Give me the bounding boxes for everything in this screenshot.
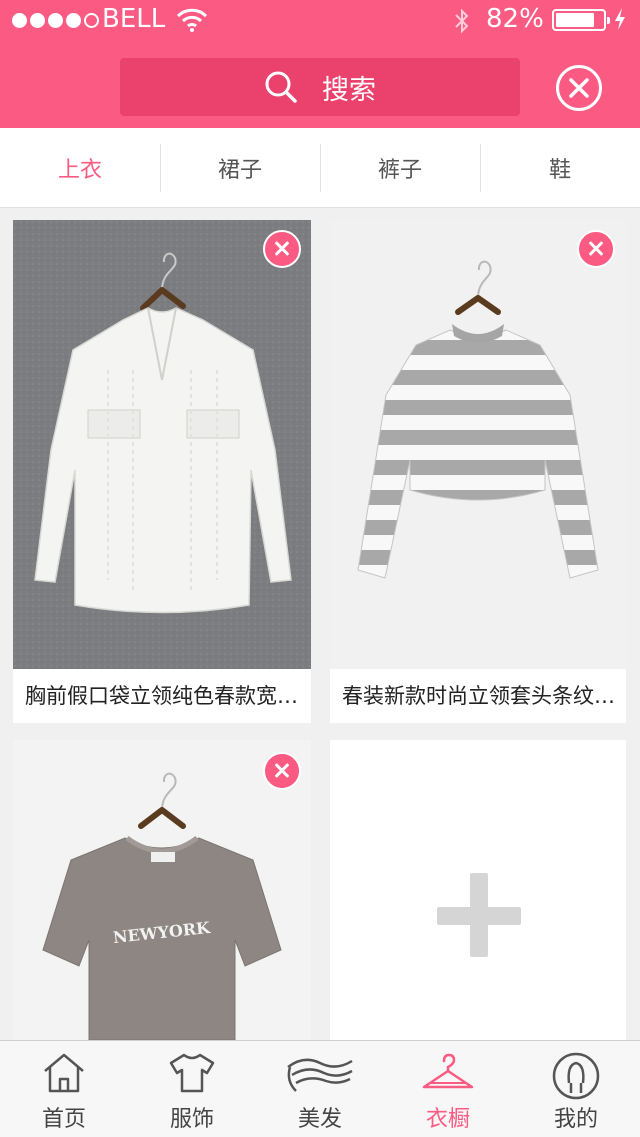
- add-item-button[interactable]: [330, 740, 626, 1040]
- striped-sweater-image: [330, 220, 626, 669]
- top-bar: BELL 82% 搜索: [0, 0, 640, 128]
- hanger-icon: [422, 1053, 474, 1089]
- category-tabs: 上衣 裙子 裤子 鞋: [0, 128, 640, 208]
- tab-pants[interactable]: 裤子: [320, 128, 480, 207]
- home-icon: [44, 1053, 84, 1093]
- close-button[interactable]: [556, 65, 602, 111]
- tab-shoes[interactable]: 鞋: [480, 128, 640, 207]
- wifi-icon: [176, 8, 208, 32]
- search-bar[interactable]: 搜索: [120, 58, 520, 116]
- wardrobe-item-card[interactable]: NEWYORK: [13, 740, 311, 1040]
- status-bar: BELL 82%: [0, 0, 640, 40]
- tab-skirts[interactable]: 裙子: [160, 128, 320, 207]
- white-blouse-image: [13, 220, 311, 669]
- tshirt-icon: [169, 1053, 215, 1093]
- remove-item-button[interactable]: [263, 230, 301, 268]
- bottom-nav: 首页 服饰 美发 衣橱 我的: [0, 1040, 640, 1137]
- nav-item-profile[interactable]: 我的: [512, 1041, 640, 1137]
- nav-item-hair[interactable]: 美发: [256, 1041, 384, 1137]
- grey-tshirt-image: NEWYORK: [13, 740, 311, 1040]
- tab-tops[interactable]: 上衣: [0, 128, 160, 207]
- nav-item-wardrobe[interactable]: 衣橱: [384, 1041, 512, 1137]
- wardrobe-item-card[interactable]: 春装新款时尚立领套头条纹卫衣: [330, 220, 626, 723]
- item-caption: 胸前假口袋立领纯色春款宽松白色衬衫: [25, 684, 301, 708]
- carrier-name: BELL: [102, 4, 166, 34]
- remove-item-button[interactable]: [577, 230, 615, 268]
- charging-icon: [615, 8, 625, 30]
- item-caption: 春装新款时尚立领套头条纹卫衣: [342, 684, 616, 708]
- signal-strength-icon: [12, 13, 99, 28]
- wardrobe-item-card[interactable]: 胸前假口袋立领纯色春款宽松白色衬衫: [13, 220, 311, 723]
- remove-item-button[interactable]: [263, 752, 301, 790]
- close-icon: [569, 78, 589, 98]
- hair-icon: [287, 1058, 353, 1092]
- nav-item-home[interactable]: 首页: [0, 1041, 128, 1137]
- profile-icon: [552, 1052, 600, 1100]
- search-icon: [265, 71, 297, 103]
- bluetooth-icon: [455, 8, 469, 34]
- battery-icon: [552, 9, 610, 31]
- nav-item-clothing[interactable]: 服饰: [128, 1041, 256, 1137]
- battery-percentage: 82%: [486, 4, 544, 34]
- search-label: 搜索: [322, 74, 376, 106]
